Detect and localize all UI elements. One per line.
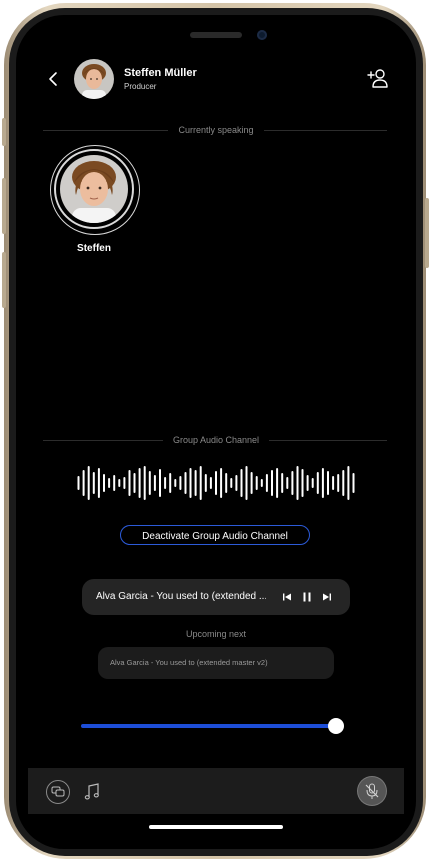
waveform-bar [97, 468, 100, 498]
music-player: Alva Garcia - You used to (extended ... [82, 579, 350, 615]
waveform-bar [347, 466, 350, 500]
progress-slider-track[interactable] [81, 724, 336, 728]
waveform-bar [250, 472, 253, 494]
waveform-bar [220, 468, 223, 498]
waveform-bar [260, 479, 263, 487]
waveform-bar [138, 468, 141, 498]
waveform-bar [296, 466, 299, 500]
user-name: Steffen Müller [124, 67, 197, 79]
speaker-avatar[interactable] [60, 155, 128, 223]
queue-item-title: Alva Garcia - You used to (extended mast… [110, 658, 268, 667]
waveform-bar [306, 475, 309, 491]
waveform-bar [118, 479, 121, 487]
side-button-silent [2, 118, 6, 146]
skip-previous-icon[interactable] [280, 590, 294, 604]
waveform-bar [179, 476, 182, 490]
waveform-bar [169, 473, 172, 493]
waveform-bar [133, 473, 136, 493]
waveform-bar [291, 471, 294, 495]
waveform-bar [82, 470, 85, 496]
waveform-bar [148, 471, 151, 495]
music-note-icon[interactable] [82, 782, 102, 802]
track-title: Alva Garcia - You used to (extended ... [96, 591, 266, 602]
waveform-bar [286, 477, 289, 489]
waveform-bar [209, 477, 212, 489]
waveform-bar [215, 471, 217, 495]
side-button-volume-up [2, 178, 6, 234]
waveform-bar [245, 466, 248, 500]
chevron-left-icon[interactable] [44, 69, 64, 89]
section-label-audio: Group Audio Channel [16, 435, 416, 445]
waveform-bar [153, 475, 156, 491]
waveform-bar [342, 470, 345, 496]
waveform-bar [108, 478, 111, 488]
chat-icon [51, 786, 65, 797]
waveform-bar [159, 469, 161, 497]
avatar[interactable] [74, 59, 114, 99]
waveform-bar [255, 476, 258, 490]
section-label-text: Currently speaking [168, 125, 264, 135]
waveform-bar [321, 468, 324, 498]
waveform-bar [123, 477, 126, 489]
waveform-bar [327, 471, 329, 495]
waveform-bar [184, 472, 187, 494]
waveform-bar [92, 472, 95, 494]
side-button-power [425, 198, 429, 268]
front-camera [257, 30, 267, 40]
audio-waveform [77, 466, 355, 500]
waveform-bar [103, 474, 105, 492]
waveform-bar [276, 468, 279, 498]
waveform-bar [230, 478, 233, 488]
waveform-bar [194, 470, 197, 496]
waveform-bar [311, 478, 314, 488]
waveform-bar [271, 470, 273, 496]
waveform-bar [332, 476, 335, 490]
app-screen: Steffen Müller Producer Currently speaki… [16, 15, 416, 849]
waveform-bar [301, 469, 304, 497]
mic-off-icon [365, 783, 379, 799]
waveform-bar [189, 468, 192, 498]
waveform-bar [281, 473, 284, 493]
pause-icon[interactable] [300, 590, 314, 604]
waveform-bar [143, 466, 146, 500]
waveform-bar [337, 474, 340, 492]
waveform-bar [174, 479, 177, 487]
skip-next-icon[interactable] [320, 590, 334, 604]
waveform-bar [235, 475, 238, 491]
queue-item[interactable]: Alva Garcia - You used to (extended mast… [98, 647, 334, 679]
chat-button[interactable] [46, 780, 70, 804]
speaker-name: Steffen [77, 243, 111, 254]
deactivate-audio-channel-button[interactable]: Deactivate Group Audio Channel [120, 525, 310, 545]
earpiece-speaker [190, 32, 242, 38]
waveform-bar [199, 466, 202, 500]
waveform-bar [77, 476, 80, 490]
waveform-bar [265, 474, 268, 492]
progress-slider-thumb[interactable] [328, 718, 344, 734]
waveform-bar [225, 473, 228, 493]
waveform-bar [113, 475, 116, 491]
home-indicator[interactable] [149, 825, 283, 829]
waveform-bar [240, 469, 243, 497]
waveform-bar [87, 466, 90, 500]
waveform-bar [316, 472, 319, 494]
user-role: Producer [124, 82, 157, 91]
section-label-text: Group Audio Channel [162, 435, 270, 445]
mic-toggle-button[interactable] [358, 777, 386, 805]
side-button-volume-down [2, 252, 6, 308]
add-user-icon[interactable] [366, 67, 388, 89]
section-label-speaking: Currently speaking [16, 125, 416, 135]
waveform-bar [164, 477, 167, 489]
upcoming-label: Upcoming next [185, 629, 247, 639]
waveform-bar [352, 473, 355, 493]
waveform-bar [128, 470, 131, 496]
waveform-bar [204, 474, 207, 492]
